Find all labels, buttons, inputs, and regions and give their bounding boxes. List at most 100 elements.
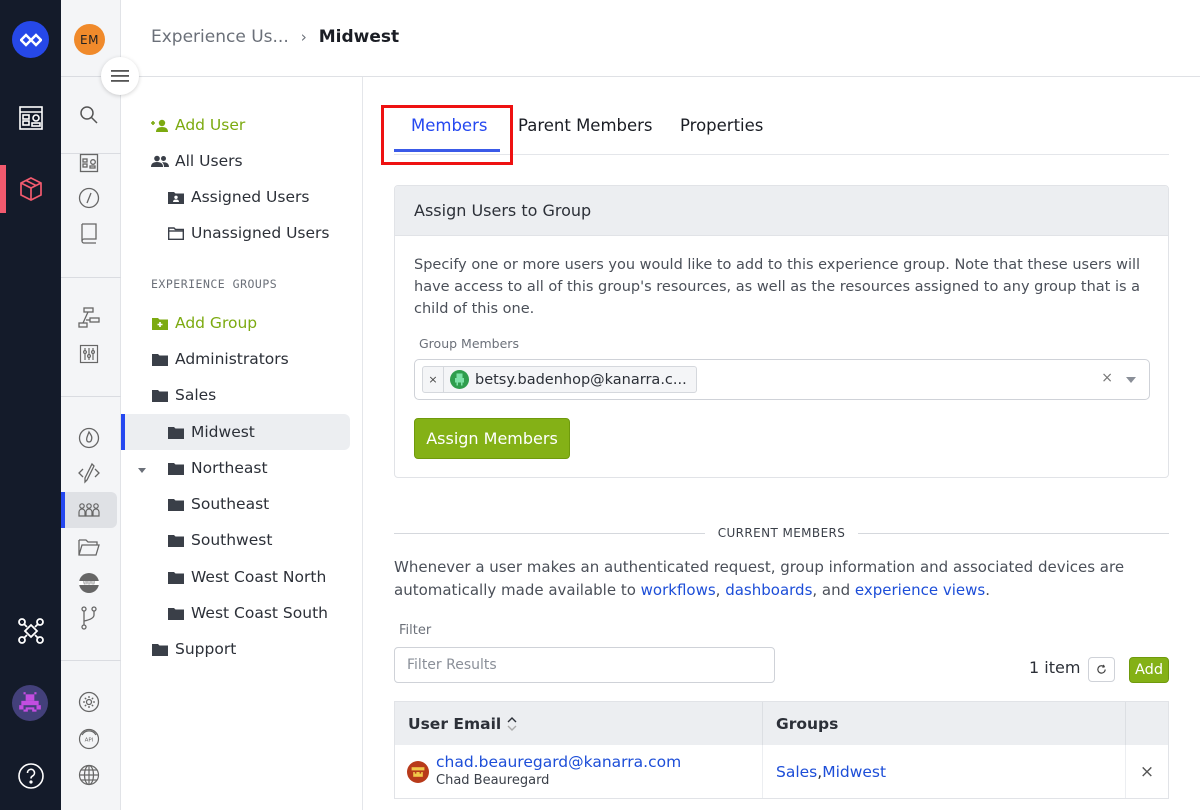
- group-item-west-coast-north[interactable]: West Coast North: [167, 562, 326, 592]
- breadcrumb-current: Midwest: [318, 27, 400, 47]
- dashboard-icon[interactable]: [16, 103, 45, 132]
- compass-icon[interactable]: [76, 185, 102, 211]
- expand-sales-caret-icon[interactable]: [138, 468, 146, 473]
- user-name: Chad Beauregard: [436, 773, 550, 788]
- add-group-label: Add Group: [175, 314, 258, 332]
- org-avatar[interactable]: [12, 685, 48, 721]
- cell-user: chad.beauregard@kanarra.com Chad Beaureg…: [395, 745, 763, 798]
- group-item-sales[interactable]: Sales: [151, 380, 216, 410]
- tab-parent-members[interactable]: Parent Members: [518, 116, 653, 135]
- chip-remove-button[interactable]: ×: [423, 367, 444, 392]
- globe-icon[interactable]: [76, 762, 102, 788]
- sliders-icon[interactable]: [76, 341, 102, 367]
- group-label: Northeast: [191, 459, 268, 477]
- group-item-support[interactable]: Support: [151, 634, 236, 664]
- cube-icon[interactable]: [16, 174, 45, 203]
- remove-member-button[interactable]: ×: [1126, 745, 1168, 798]
- group-item-administrators[interactable]: Administrators: [151, 344, 289, 374]
- group-item-southwest[interactable]: Southwest: [167, 525, 272, 555]
- rail-divider: [61, 277, 121, 278]
- group-item-midwest[interactable]: Midwest: [167, 417, 255, 447]
- column-header-actions: [1126, 702, 1168, 745]
- add-group-link[interactable]: Add Group: [151, 308, 257, 338]
- group-link-midwest[interactable]: Midwest: [822, 763, 886, 781]
- selected-member-chip: × betsy.badenhop@kanarra.c...: [422, 366, 697, 393]
- user-email-link[interactable]: chad.beauregard@kanarra.com: [436, 753, 681, 772]
- column-header-groups: Groups: [763, 702, 1126, 745]
- add-user-link[interactable]: Add User: [151, 110, 245, 140]
- help-icon[interactable]: [16, 761, 45, 790]
- rail-divider: [61, 396, 121, 397]
- dashboards-link[interactable]: dashboards: [725, 581, 812, 599]
- sort-icon: [507, 716, 517, 731]
- unassigned-users-link[interactable]: Unassigned Users: [167, 218, 330, 248]
- app-rail: [0, 0, 61, 810]
- group-item-southeast[interactable]: Southeast: [167, 489, 269, 519]
- book-icon[interactable]: [76, 220, 102, 246]
- group-members-select[interactable]: × betsy.badenhop@kanarra.c... ×: [414, 359, 1150, 400]
- page-header: Experience Us... › Midwest: [121, 0, 1200, 77]
- tab-properties[interactable]: Properties: [680, 116, 763, 135]
- filter-label: Filter: [399, 623, 432, 638]
- folder-icon: [167, 607, 185, 620]
- code-edit-icon[interactable]: [76, 460, 102, 486]
- groups-icon[interactable]: [61, 492, 117, 528]
- column-header-user-email[interactable]: User Email: [395, 702, 763, 745]
- all-users-label: All Users: [175, 152, 243, 170]
- group-label: West Coast North: [191, 568, 327, 586]
- secondary-rail: EM WWW API: [61, 0, 121, 810]
- workflows-link[interactable]: workflows: [641, 581, 716, 599]
- folder-icon[interactable]: [76, 534, 102, 560]
- workflow-icon[interactable]: [76, 305, 102, 331]
- experience-groups-heading: EXPERIENCE GROUPS: [151, 277, 278, 291]
- card-title: Assign Users to Group: [395, 186, 1168, 236]
- filter-input[interactable]: [394, 647, 775, 683]
- members-table: User Email Groups chad.beauregard@kanarr…: [394, 701, 1169, 799]
- clear-selection-icon[interactable]: ×: [1101, 370, 1113, 386]
- cell-groups: Sales, Midwest: [763, 745, 1126, 798]
- annotation-highlight-box: [381, 105, 513, 165]
- folder-icon: [167, 498, 185, 511]
- group-item-west-coast-south[interactable]: West Coast South: [167, 598, 328, 628]
- user-avatar[interactable]: EM: [74, 24, 105, 55]
- current-members-divider: CURRENT MEMBERS: [394, 525, 1170, 541]
- table-row: chad.beauregard@kanarra.com Chad Beaureg…: [395, 745, 1168, 798]
- collapse-menu-button[interactable]: [101, 57, 139, 95]
- add-member-button[interactable]: Add: [1129, 657, 1169, 683]
- breadcrumb-parent-link[interactable]: Experience Us...: [151, 27, 289, 47]
- unassigned-users-label: Unassigned Users: [191, 224, 330, 242]
- group-item-northeast[interactable]: Northeast: [167, 453, 268, 483]
- experience-views-link[interactable]: experience views: [855, 581, 985, 599]
- flame-icon[interactable]: [76, 425, 102, 451]
- group-label: Sales: [175, 386, 217, 404]
- api-icon[interactable]: API: [76, 726, 102, 752]
- git-branch-icon[interactable]: [76, 605, 102, 631]
- dropdown-caret-icon[interactable]: [1126, 377, 1136, 383]
- folder-icon: [167, 534, 185, 547]
- search-icon[interactable]: [76, 102, 102, 128]
- assign-members-button[interactable]: Assign Members: [414, 418, 570, 459]
- dashboards-icon[interactable]: [76, 150, 102, 176]
- folder-icon: [151, 353, 169, 366]
- chip-label: betsy.badenhop@kanarra.c...: [475, 371, 687, 388]
- integrations-icon[interactable]: [16, 616, 45, 645]
- folder-icon: [151, 389, 169, 402]
- hamburger-icon: [111, 70, 129, 82]
- all-users-link[interactable]: All Users: [151, 146, 243, 176]
- table-header: User Email Groups: [395, 702, 1168, 745]
- group-members-label: Group Members: [419, 336, 519, 351]
- add-folder-icon: [151, 317, 169, 330]
- refresh-icon: [1097, 664, 1106, 674]
- app-logo-icon[interactable]: [12, 21, 49, 58]
- folder-icon: [167, 462, 185, 475]
- group-link-sales[interactable]: Sales: [776, 763, 817, 781]
- assigned-users-link[interactable]: Assigned Users: [167, 182, 309, 212]
- current-members-description: Whenever a user makes an authenticated r…: [394, 558, 1125, 599]
- refresh-button[interactable]: [1088, 657, 1115, 682]
- active-app-indicator: [0, 165, 6, 213]
- www-icon[interactable]: WWW: [76, 570, 102, 596]
- folder-icon: [151, 643, 169, 656]
- group-navigation: Add User All Users Assigned Users Unassi…: [121, 77, 363, 810]
- member-avatar: [407, 760, 429, 783]
- settings-icon[interactable]: [76, 689, 102, 715]
